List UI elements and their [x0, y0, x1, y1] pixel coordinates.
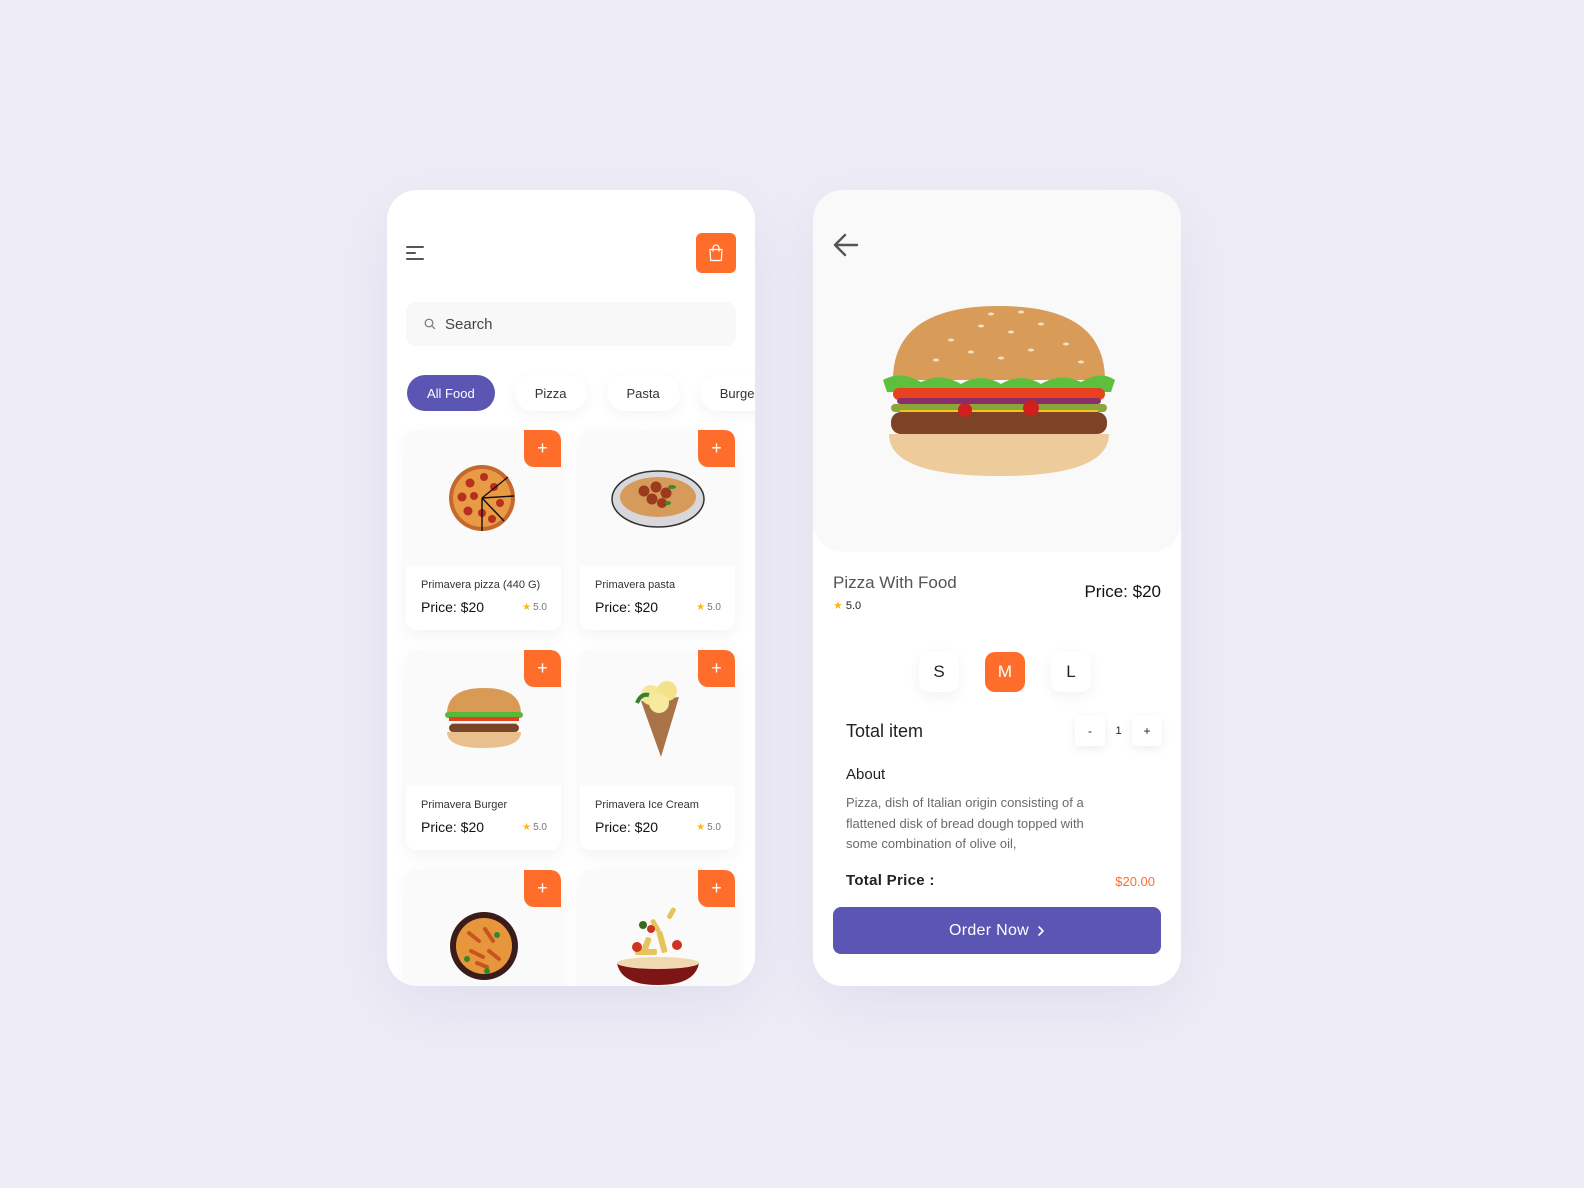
add-to-cart-button[interactable]: +: [524, 870, 561, 907]
food-card[interactable]: + Primavera Ice Cream Price: $20 ★ 5.0: [580, 650, 735, 850]
category-chip-burger[interactable]: Burger: [699, 375, 755, 411]
add-to-cart-button[interactable]: +: [698, 870, 735, 907]
food-name: Primavera Burger: [421, 799, 508, 811]
star-icon: ★: [522, 821, 532, 833]
add-to-cart-button[interactable]: +: [524, 650, 561, 687]
food-grid: + Primavera pizza (440 G) Price: $20 ★ 5.…: [406, 430, 735, 986]
total-item-label: Total item: [846, 721, 924, 741]
search-bar[interactable]: [406, 302, 736, 346]
size-selector: S M L: [919, 652, 1091, 692]
size-button-m[interactable]: M: [985, 652, 1025, 692]
food-price: Price: $20: [595, 819, 659, 835]
size-button-l[interactable]: L: [1051, 652, 1091, 692]
food-card[interactable]: + Primavera pizza (440 G) Price: $20 ★ 5.…: [406, 430, 561, 630]
add-to-cart-button[interactable]: +: [524, 430, 561, 467]
quantity-stepper: - 1 +: [1075, 716, 1162, 746]
food-rating: ★ 5.0: [696, 821, 721, 833]
search-icon: [424, 318, 436, 330]
food-card[interactable]: +: [406, 870, 561, 986]
food-name: Primavera Ice Cream: [595, 799, 699, 811]
food-price: Price: $20: [421, 599, 485, 615]
food-name: Primavera pizza (440 G): [421, 579, 541, 591]
add-to-cart-button[interactable]: +: [698, 650, 735, 687]
arrow-left-icon: [833, 233, 859, 257]
dish-price: Price: $20: [1084, 582, 1161, 601]
total-price-label: Total Price :: [846, 872, 935, 889]
star-icon: ★: [696, 821, 706, 833]
category-chip-pasta[interactable]: Pasta: [606, 375, 680, 411]
decrease-quantity-button[interactable]: -: [1075, 716, 1105, 746]
category-chip-all-food[interactable]: All Food: [407, 375, 495, 411]
size-button-s[interactable]: S: [919, 652, 959, 692]
food-card-info: Primavera pasta Price: $20 ★ 5.0: [580, 566, 735, 630]
food-price: Price: $20: [595, 599, 659, 615]
food-price: Price: $20: [421, 819, 485, 835]
category-chip-pizza[interactable]: Pizza: [514, 375, 587, 411]
food-rating: ★ 5.0: [522, 821, 547, 833]
cart-button[interactable]: [696, 233, 736, 273]
dish-rating: ★ 5.0: [833, 599, 862, 613]
quantity-value: 1: [1115, 725, 1122, 737]
total-price-value: $20.00: [1115, 874, 1155, 889]
food-card[interactable]: +: [580, 870, 735, 986]
shopping-bag-icon: [709, 244, 723, 262]
food-rating: ★ 5.0: [696, 601, 721, 613]
category-tabs: All Food Pizza Pasta Burger: [407, 375, 755, 411]
dish-title: Pizza With Food: [833, 573, 957, 592]
food-card[interactable]: + Primavera Burger Price: $20 ★ 5.0: [406, 650, 561, 850]
food-card-info: Primavera Ice Cream Price: $20 ★ 5.0: [580, 786, 735, 850]
food-card-info: Primavera pizza (440 G) Price: $20 ★ 5.0: [406, 566, 561, 630]
food-detail-screen: Pizza With Food ★ 5.0 Price: $20 S M L To…: [813, 190, 1181, 986]
food-rating: ★ 5.0: [522, 601, 547, 613]
star-icon: ★: [696, 601, 706, 613]
increase-quantity-button[interactable]: +: [1132, 716, 1162, 746]
food-image-burger-large: [881, 300, 1117, 485]
about-description: Pizza, dish of Italian origin consisting…: [846, 795, 1084, 851]
add-to-cart-button[interactable]: +: [698, 430, 735, 467]
star-icon: ★: [522, 601, 532, 613]
food-hero-section: [813, 190, 1181, 552]
order-now-button[interactable]: Order Now: [833, 907, 1161, 954]
chevron-right-icon: [1038, 925, 1044, 936]
order-now-label: Order Now: [948, 921, 1030, 939]
food-list-screen: All Food Pizza Pasta Burger +: [387, 190, 755, 986]
food-name: Primavera pasta: [595, 579, 676, 591]
about-heading: About: [846, 766, 886, 783]
search-input[interactable]: [445, 315, 705, 333]
food-card[interactable]: + Primavera pasta Price: $20 ★ 5.0: [580, 430, 735, 630]
back-button[interactable]: [831, 230, 861, 260]
food-card-info: Primavera Burger Price: $20 ★ 5.0: [406, 786, 561, 850]
star-icon: ★: [833, 600, 843, 612]
hamburger-menu-icon[interactable]: [406, 243, 428, 263]
